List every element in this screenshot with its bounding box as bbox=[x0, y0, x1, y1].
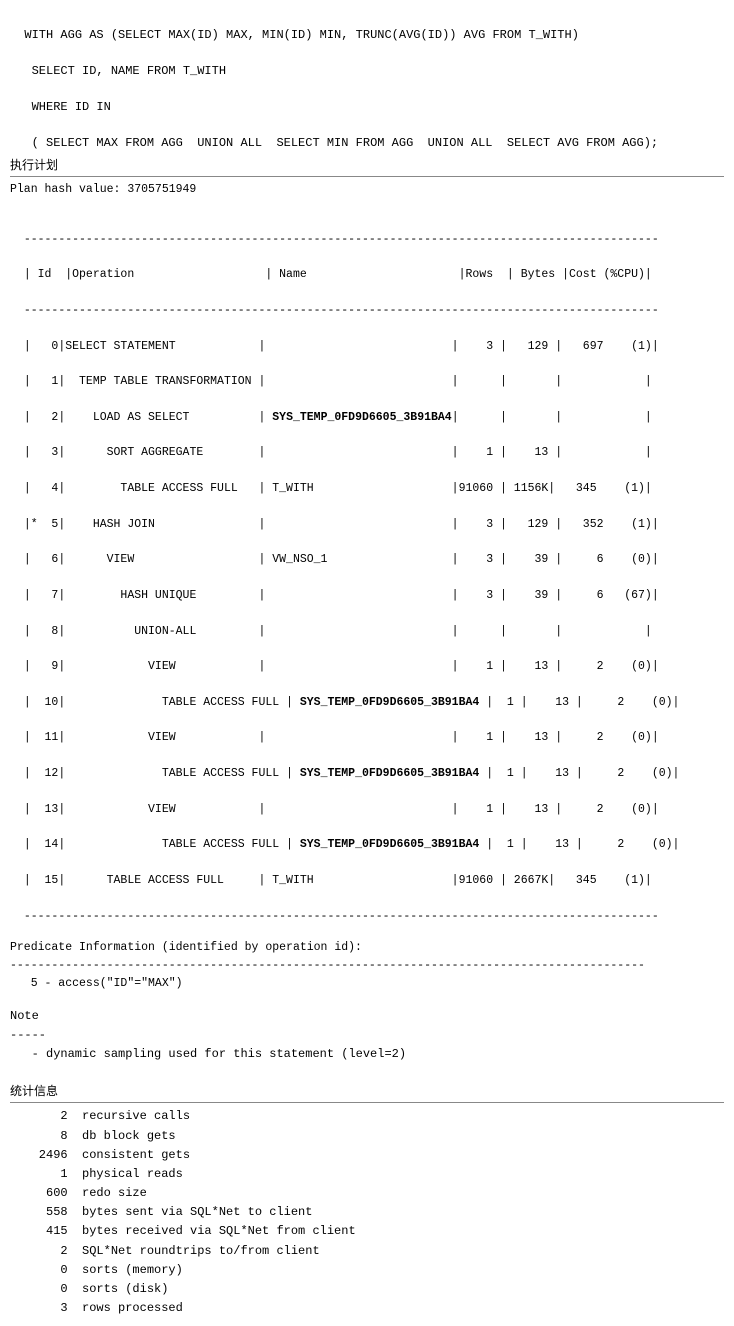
stats-item: 600 redo size bbox=[10, 1184, 724, 1203]
plan-hash: Plan hash value: 3705751949 bbox=[10, 181, 724, 199]
plan-row-5: |* 5| HASH JOIN | | 3 | 129 | 352 (1)| bbox=[24, 518, 659, 531]
plan-row-3: | 3| SORT AGGREGATE | | 1 | 13 | | bbox=[24, 446, 652, 459]
stats-item: 0 sorts (disk) bbox=[10, 1280, 724, 1299]
plan-row-15: | 15| TABLE ACCESS FULL | T_WITH |91060 … bbox=[24, 874, 652, 887]
stats-item: 2 SQL*Net roundtrips to/from client bbox=[10, 1242, 724, 1261]
plan-divider-top: ----------------------------------------… bbox=[24, 233, 659, 246]
plan-row-13: | 13| VIEW | | 1 | 13 | 2 (0)| bbox=[24, 803, 659, 816]
sql-line3: WHERE ID IN bbox=[24, 100, 110, 114]
plan-divider-bottom: ----------------------------------------… bbox=[24, 910, 659, 923]
plan-row-8: | 8| UNION-ALL | | | | | bbox=[24, 625, 652, 638]
note-title: Note bbox=[10, 1007, 724, 1026]
stats-item: 8 db block gets bbox=[10, 1127, 724, 1146]
stats-item: 415 bytes received via SQL*Net from clie… bbox=[10, 1222, 724, 1241]
plan-header: | Id |Operation | Name |Rows | Bytes |Co… bbox=[24, 268, 652, 281]
predicate-divider: ----------------------------------------… bbox=[10, 957, 724, 975]
execution-plan-title: 执行计划 bbox=[10, 156, 724, 173]
divider-1 bbox=[10, 176, 724, 177]
plan-row-6: | 6| VIEW | VW_NSO_1 | 3 | 39 | 6 (0)| bbox=[24, 553, 659, 566]
predicate-content: 5 - access("ID"="MAX") bbox=[10, 975, 724, 993]
plan-row-12: | 12| TABLE ACCESS FULL | SYS_TEMP_0FD9D… bbox=[24, 767, 680, 780]
divider-stats bbox=[10, 1102, 724, 1103]
plan-row-0: | 0|SELECT STATEMENT | | 3 | 129 | 697 (… bbox=[24, 340, 659, 353]
stats-title: 统计信息 bbox=[10, 1082, 724, 1099]
sql-line4: ( SELECT MAX FROM AGG UNION ALL SELECT M… bbox=[24, 136, 658, 150]
stats-list: 2 recursive calls 8 db block gets 2496 c… bbox=[10, 1107, 724, 1318]
plan-row-10: | 10| TABLE ACCESS FULL | SYS_TEMP_0FD9D… bbox=[24, 696, 680, 709]
stats-item: 2 recursive calls bbox=[10, 1107, 724, 1126]
sql-line1: WITH AGG AS (SELECT MAX(ID) MAX, MIN(ID)… bbox=[24, 28, 579, 42]
predicate-title: Predicate Information (identified by ope… bbox=[10, 939, 724, 957]
stats-item: 0 sorts (memory) bbox=[10, 1261, 724, 1280]
stats-item: 558 bytes sent via SQL*Net to client bbox=[10, 1203, 724, 1222]
sql-block: WITH AGG AS (SELECT MAX(ID) MAX, MIN(ID)… bbox=[10, 8, 724, 152]
plan-row-9: | 9| VIEW | | 1 | 13 | 2 (0)| bbox=[24, 660, 659, 673]
stats-item: 3 rows processed bbox=[10, 1299, 724, 1318]
plan-row-1: | 1| TEMP TABLE TRANSFORMATION | | | | | bbox=[24, 375, 652, 388]
plan-row-11: | 11| VIEW | | 1 | 13 | 2 (0)| bbox=[24, 731, 659, 744]
stats-item: 1 physical reads bbox=[10, 1165, 724, 1184]
plan-divider-header: ----------------------------------------… bbox=[24, 304, 659, 317]
stats-item: 2496 consistent gets bbox=[10, 1146, 724, 1165]
plan-row-2: | 2| LOAD AS SELECT | SYS_TEMP_0FD9D6605… bbox=[24, 411, 652, 424]
note-dashes: ----- bbox=[10, 1026, 724, 1045]
plan-row-7: | 7| HASH UNIQUE | | 3 | 39 | 6 (67)| bbox=[24, 589, 659, 602]
sql-line2: SELECT ID, NAME FROM T_WITH bbox=[24, 64, 226, 78]
plan-table: ----------------------------------------… bbox=[10, 213, 724, 926]
plan-row-4: | 4| TABLE ACCESS FULL | T_WITH |91060 |… bbox=[24, 482, 652, 495]
note-content: - dynamic sampling used for this stateme… bbox=[10, 1045, 724, 1064]
plan-row-14: | 14| TABLE ACCESS FULL | SYS_TEMP_0FD9D… bbox=[24, 838, 680, 851]
